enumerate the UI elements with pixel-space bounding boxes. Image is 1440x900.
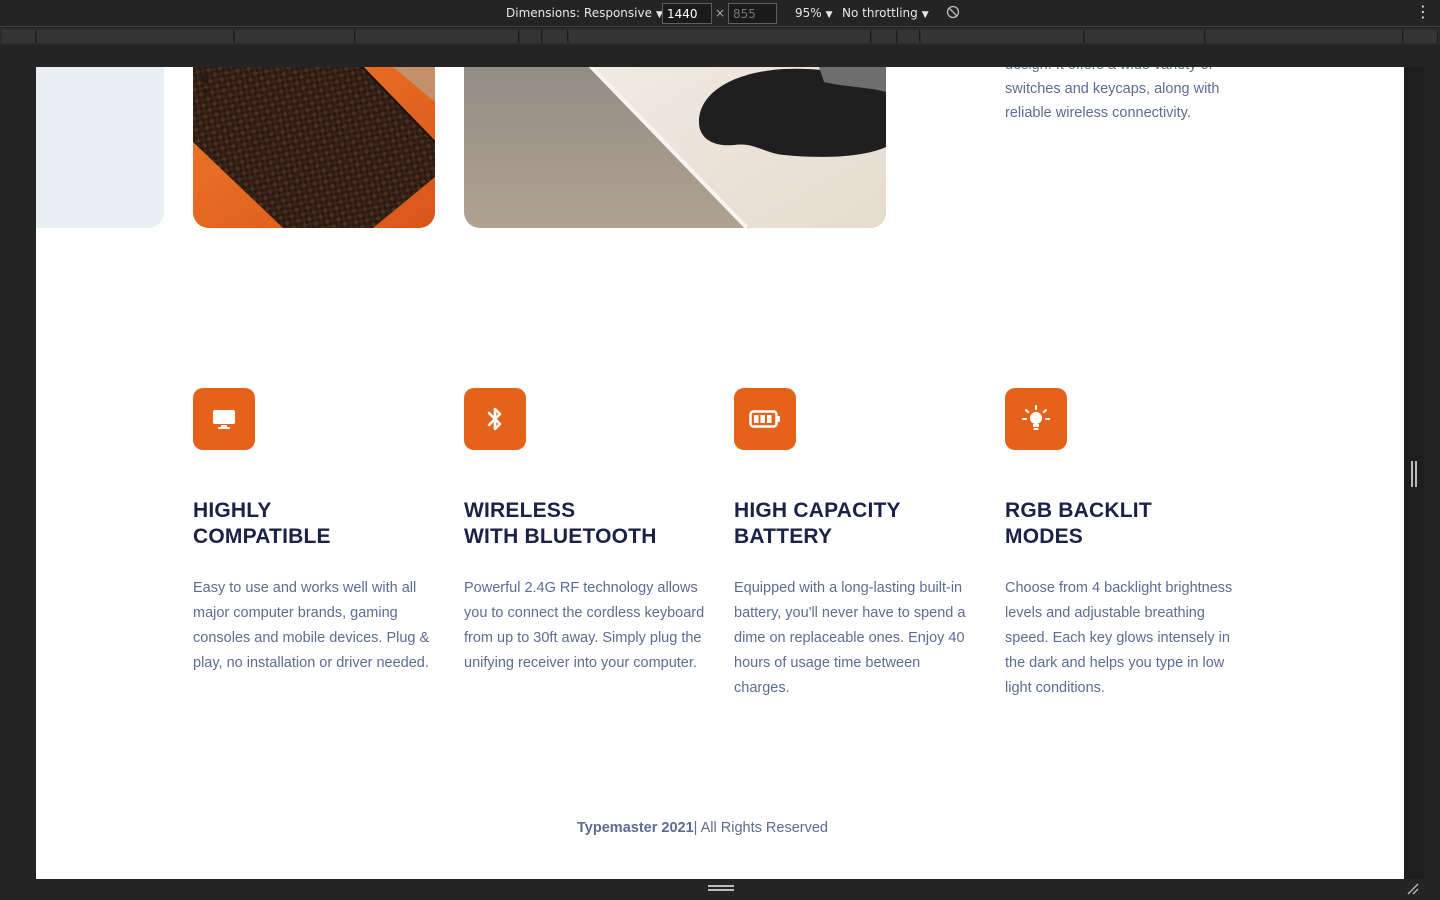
ruler-segment[interactable]	[37, 30, 234, 43]
resize-corner-icon[interactable]	[1406, 882, 1420, 896]
monitor-icon	[213, 410, 235, 429]
feature-icon-box	[464, 388, 526, 450]
ruler-segment[interactable]	[356, 30, 519, 43]
zoom-label: 95%	[795, 6, 822, 20]
throttling-dropdown[interactable]: No throttling ▼	[842, 6, 929, 20]
intro-paragraph: design. It offers a wide variety of swit…	[1005, 67, 1220, 121]
ruler-segment[interactable]	[1206, 30, 1403, 43]
feature-title: Highly Compatible	[193, 499, 331, 548]
resize-handle-bottom[interactable]	[708, 885, 734, 891]
feature-description: Easy to use and works well with all majo…	[193, 580, 430, 671]
feature-description: Choose from 4 backlight brightness level…	[1005, 580, 1233, 696]
feature-card-wireless: Wireless with Bluetooth Powerful 2.4G RF…	[464, 388, 714, 676]
desk-photo	[464, 67, 886, 228]
ruler-segment[interactable]	[543, 30, 568, 43]
feature-description: Equipped with a long-lasting built-in ba…	[734, 580, 966, 696]
zoom-dropdown[interactable]: 95% ▼	[795, 6, 833, 20]
lightbulb-icon	[1022, 405, 1050, 430]
chevron-down-icon: ▼	[921, 10, 929, 20]
phone-photo	[193, 67, 435, 228]
ruler-segment[interactable]	[1085, 30, 1205, 43]
devtools-toolbar: Dimensions: Responsive▼ × 95%▼ No thrott…	[0, 0, 1440, 27]
feature-card-compatible: Highly Compatible Easy to use and works …	[193, 388, 443, 676]
resize-handle-right[interactable]	[1411, 461, 1417, 487]
footer-brand: Typemaster 2021	[577, 820, 694, 836]
battery-icon	[749, 410, 780, 428]
media-query-ruler	[0, 28, 1440, 45]
ruler-segment[interactable]	[569, 30, 871, 43]
ruler-segment[interactable]	[1404, 30, 1438, 43]
dimensions-dropdown[interactable]: Dimensions: Responsive ▼	[506, 6, 663, 20]
ruler-segment[interactable]	[921, 30, 1084, 43]
times-symbol: ×	[715, 6, 726, 20]
feature-icon-box	[193, 388, 255, 450]
ruler-segment[interactable]	[2, 30, 36, 43]
feature-title: RGB Backlit Modes	[1005, 499, 1152, 548]
height-input[interactable]	[728, 3, 777, 24]
page-footer: Typemaster 2021| All Rights Reserved	[36, 820, 1369, 836]
feature-description: Powerful 2.4G RF technology allows you t…	[464, 580, 705, 671]
footer-rights: | All Rights Reserved	[693, 820, 828, 836]
decorative-card	[36, 67, 164, 228]
feature-title: Wireless with Bluetooth	[464, 499, 657, 548]
feature-title: High Capacity Battery	[734, 499, 901, 548]
bluetooth-icon	[487, 407, 502, 431]
ruler-segment[interactable]	[520, 30, 542, 43]
feature-icon-box	[734, 388, 796, 450]
page-viewport: design. It offers a wide variety of swit…	[36, 67, 1404, 879]
rotate-icon[interactable]	[946, 5, 960, 19]
ruler-segment[interactable]	[898, 30, 920, 43]
dimensions-label: Dimensions: Responsive	[506, 6, 652, 20]
feature-card-battery: High Capacity Battery Equipped with a lo…	[734, 388, 984, 701]
more-options-icon[interactable]: ⋮	[1415, 4, 1431, 20]
ruler-segment[interactable]	[235, 30, 355, 43]
feature-card-rgb: RGB Backlit Modes Choose from 4 backligh…	[1005, 388, 1255, 701]
throttling-label: No throttling	[842, 6, 918, 20]
ruler-segment[interactable]	[872, 30, 897, 43]
chevron-down-icon: ▼	[825, 10, 833, 20]
width-input[interactable]	[662, 3, 712, 24]
feature-icon-box	[1005, 388, 1067, 450]
